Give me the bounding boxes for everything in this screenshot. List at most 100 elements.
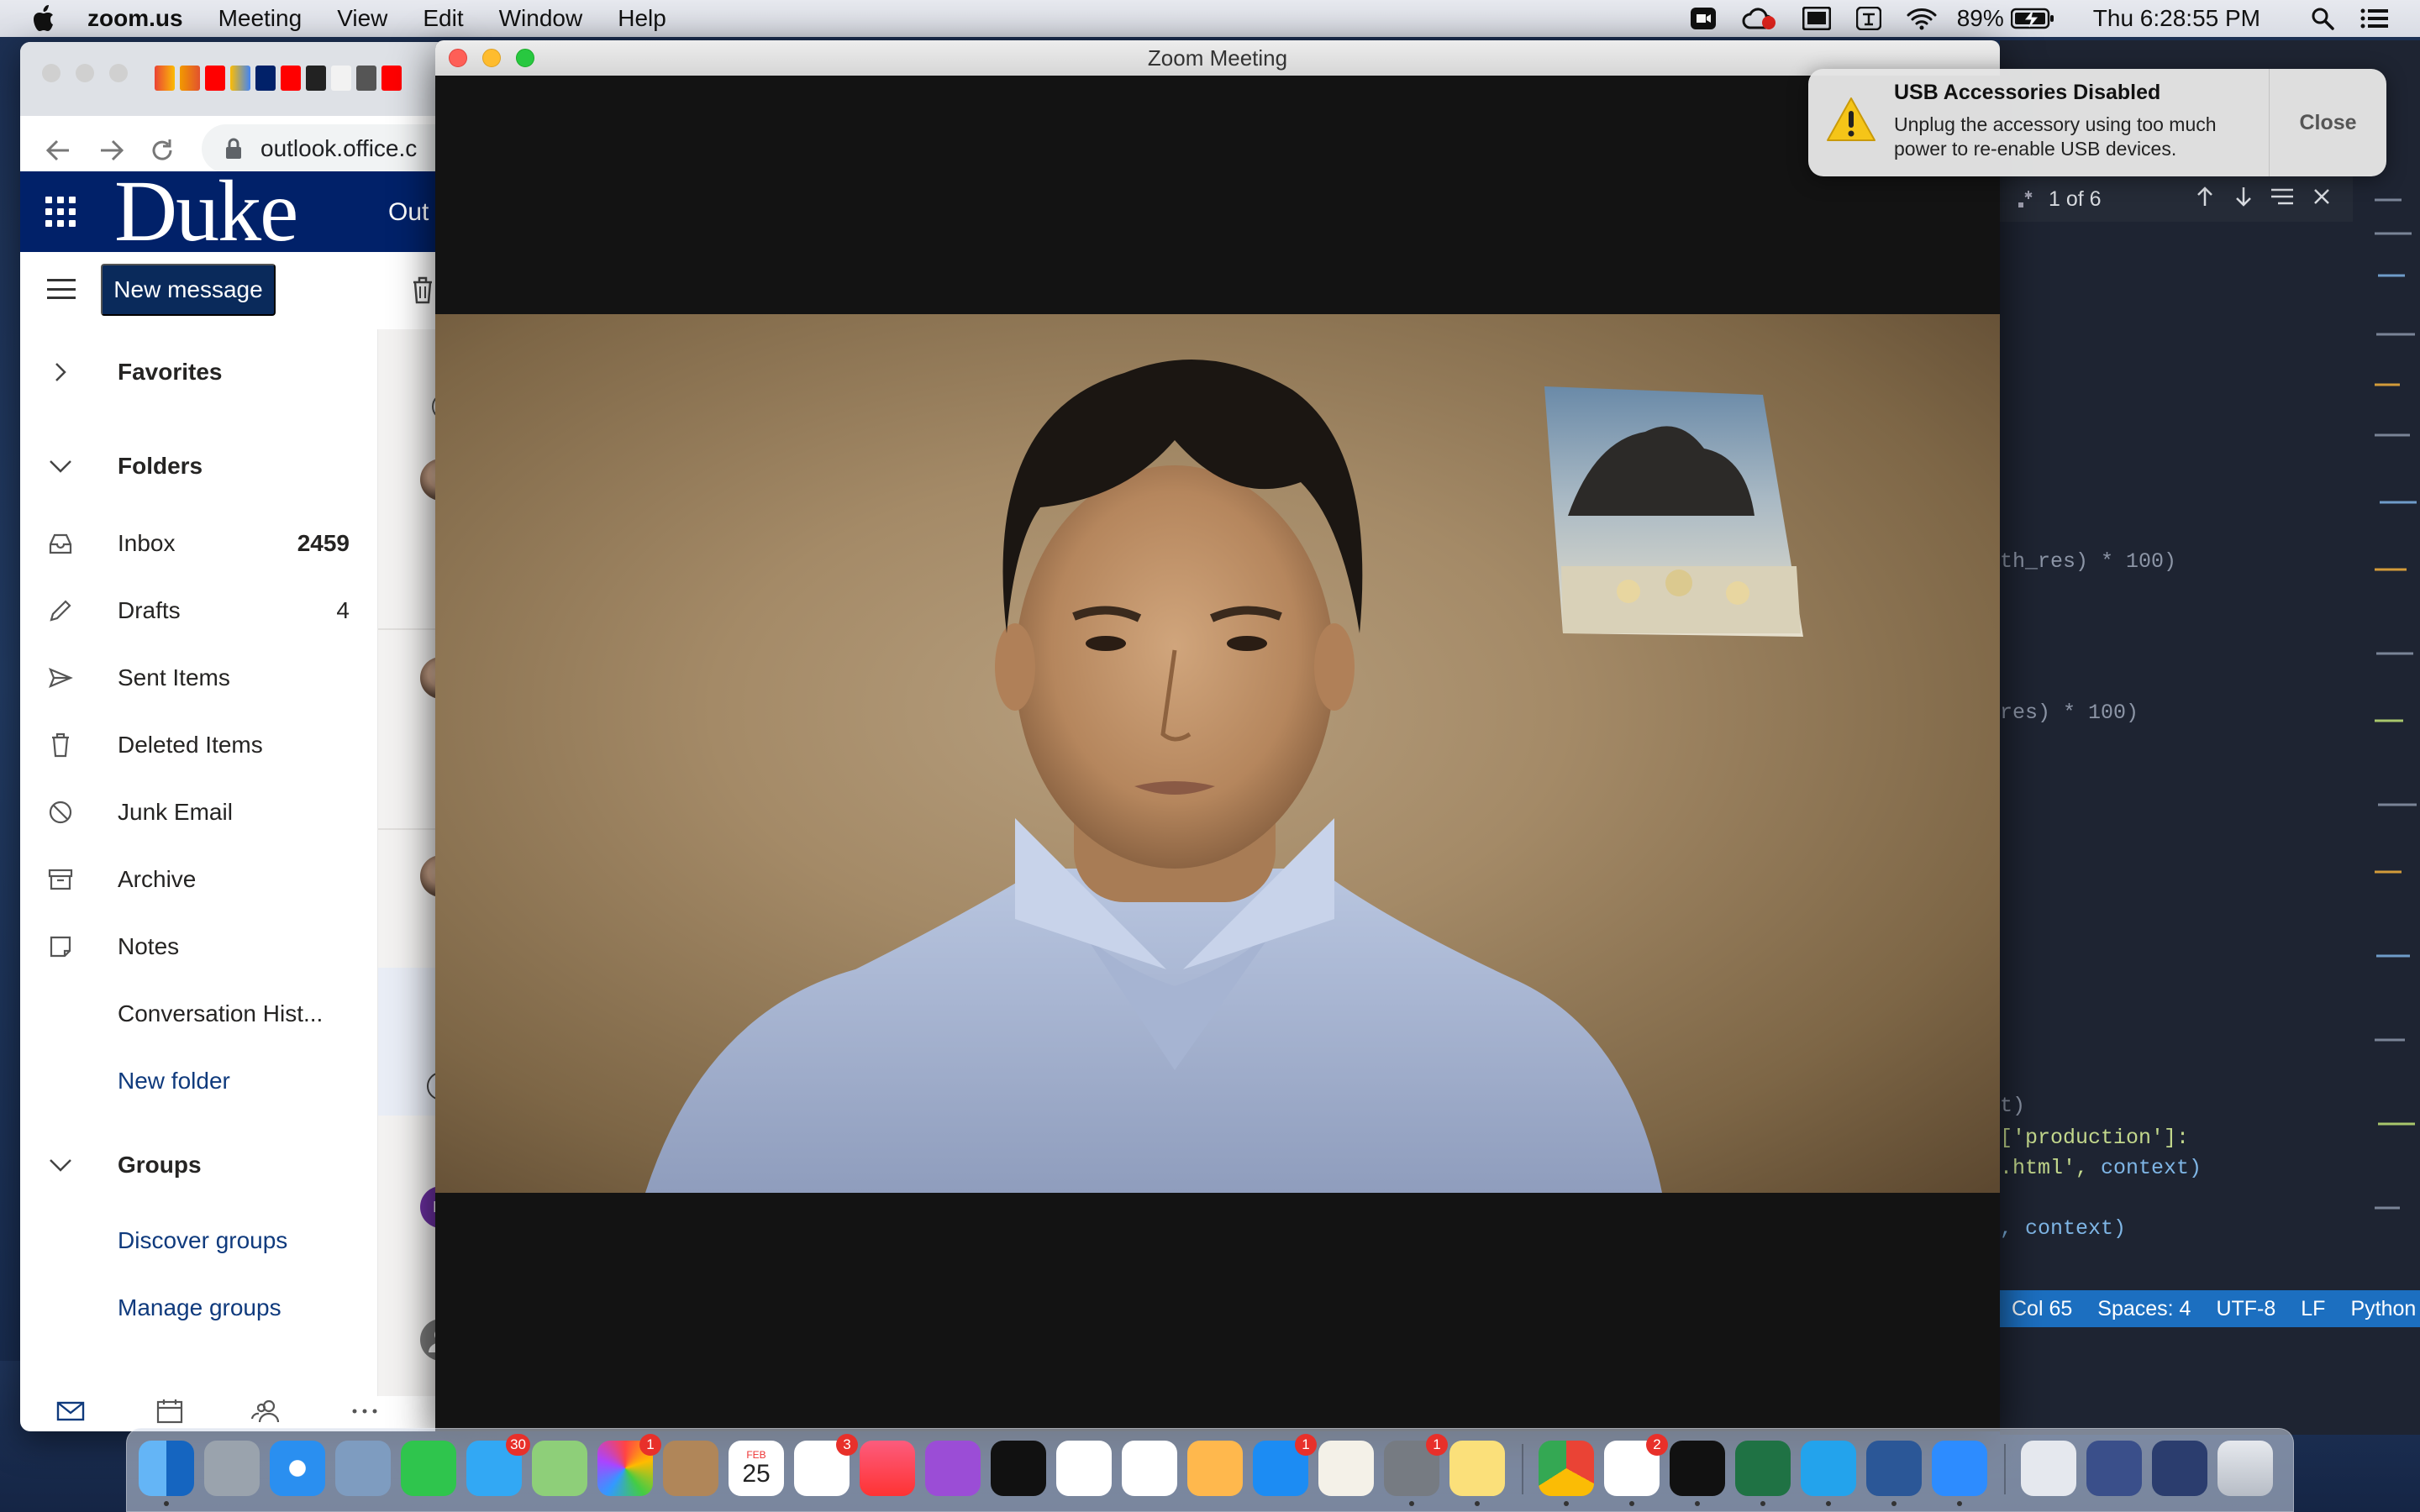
menu-meeting[interactable]: Meeting — [218, 5, 302, 32]
app-store-icon[interactable]: 1 — [1253, 1434, 1317, 1496]
system-preferences-icon[interactable]: 1 — [1384, 1434, 1448, 1506]
regex-toggle-icon[interactable] — [2013, 186, 2039, 212]
folder-drafts[interactable]: Drafts 4 — [20, 581, 378, 640]
tab-favicon-icon[interactable] — [180, 66, 200, 91]
minimize-button[interactable] — [482, 49, 501, 67]
folder-archive[interactable]: Archive — [20, 850, 378, 909]
slack-icon[interactable]: 2 — [1604, 1434, 1668, 1506]
folder-conversation-history[interactable]: Conversation Hist... — [20, 984, 378, 1043]
keynote-icon[interactable] — [1187, 1441, 1243, 1496]
maps-icon[interactable] — [532, 1441, 587, 1496]
groups-group[interactable]: Groups — [20, 1136, 378, 1194]
status-column[interactable]: Col 65 — [2012, 1297, 2072, 1321]
close-button[interactable] — [42, 64, 60, 82]
safari-icon[interactable] — [270, 1441, 325, 1496]
forward-arrow-icon[interactable] — [97, 136, 126, 165]
youtube-tab-icon[interactable] — [281, 66, 301, 91]
reload-icon[interactable] — [148, 136, 176, 165]
find-previous-icon[interactable] — [2195, 186, 2215, 213]
minimize-button[interactable] — [76, 64, 94, 82]
facetime-icon[interactable] — [401, 1441, 456, 1496]
calendar-icon[interactable] — [153, 1396, 187, 1426]
status-spaces[interactable]: Spaces: 4 — [2097, 1297, 2191, 1321]
folder-sent-items[interactable]: Sent Items — [20, 648, 378, 707]
music-icon[interactable] — [860, 1441, 915, 1496]
folder-deleted-items[interactable]: Deleted Items — [20, 716, 378, 774]
new-folder-link[interactable]: New folder — [20, 1052, 378, 1110]
folder-notes[interactable]: Notes — [20, 917, 378, 976]
apple-menu-icon[interactable] — [34, 5, 59, 32]
desktop-stack-icon[interactable] — [2152, 1441, 2207, 1496]
launchpad-icon[interactable] — [204, 1441, 260, 1496]
news-icon[interactable] — [1056, 1441, 1112, 1496]
preview-icon[interactable] — [335, 1441, 391, 1496]
zoom-app-icon[interactable] — [1932, 1441, 1987, 1506]
battery-charging-icon[interactable] — [2010, 8, 2054, 29]
notification-close-button[interactable]: Close — [2269, 69, 2386, 176]
chrome-icon[interactable] — [1539, 1441, 1594, 1506]
notes-app-icon[interactable] — [1449, 1441, 1505, 1506]
control-center-icon[interactable] — [2360, 7, 2390, 30]
menu-help[interactable]: Help — [618, 5, 666, 32]
find-next-icon[interactable] — [2233, 186, 2254, 213]
usb-notification[interactable]: USB Accessories Disabled Unplug the acce… — [1808, 69, 2386, 176]
duke-tab-icon[interactable] — [255, 66, 276, 91]
menu-edit[interactable]: Edit — [423, 5, 463, 32]
discover-groups-link[interactable]: Discover groups — [20, 1211, 378, 1270]
status-language[interactable]: Python — [2350, 1297, 2416, 1321]
back-arrow-icon[interactable] — [44, 136, 72, 165]
new-message-button[interactable]: New message — [101, 264, 276, 316]
messages-icon[interactable]: 30 — [466, 1434, 530, 1496]
zoom-button[interactable] — [109, 64, 128, 82]
close-button[interactable] — [449, 49, 467, 67]
folders-group[interactable]: Folders — [20, 437, 378, 496]
creative-cloud-icon[interactable] — [1742, 6, 1777, 31]
find-in-selection-icon[interactable] — [2270, 187, 2294, 212]
people-icon[interactable] — [249, 1396, 282, 1426]
word-icon[interactable] — [1866, 1441, 1922, 1506]
tab-favicon-icon[interactable] — [356, 66, 376, 91]
youtube-tab-icon[interactable] — [205, 66, 225, 91]
clock[interactable]: Thu 6:28:55 PM — [2093, 5, 2260, 32]
reminders-icon[interactable]: 3 — [794, 1434, 858, 1496]
tab-favicon-icon[interactable] — [155, 66, 175, 91]
fullscreen-button[interactable] — [516, 49, 534, 67]
photos-icon[interactable]: 1 — [597, 1434, 661, 1496]
terminal-icon[interactable] — [1670, 1441, 1725, 1506]
menu-view[interactable]: View — [337, 5, 387, 32]
delete-icon[interactable] — [410, 276, 435, 308]
pages-icon[interactable] — [1318, 1441, 1374, 1496]
zoom-title-bar[interactable]: Zoom Meeting — [435, 40, 2000, 76]
menu-app-name[interactable]: zoom.us — [87, 5, 183, 32]
screen-mirroring-icon[interactable] — [1802, 7, 1831, 30]
menu-window[interactable]: Window — [499, 5, 583, 32]
more-apps-icon[interactable] — [348, 1396, 381, 1426]
hamburger-menu-icon[interactable] — [47, 279, 76, 299]
duke-logo[interactable]: Duke — [114, 168, 298, 255]
folder-inbox[interactable]: Inbox 2459 — [20, 514, 378, 573]
trash-icon[interactable] — [2217, 1441, 2273, 1496]
favorites-group[interactable]: Favorites — [20, 343, 378, 402]
editor-minimap[interactable] — [2368, 183, 2420, 1275]
vscode-icon[interactable] — [1801, 1441, 1856, 1506]
input-source-icon[interactable] — [1855, 7, 1881, 30]
downloads-stack-icon[interactable] — [2021, 1441, 2076, 1496]
youtube-tab-icon[interactable] — [381, 66, 402, 91]
contacts-icon[interactable] — [663, 1441, 718, 1496]
status-eol[interactable]: LF — [2301, 1297, 2325, 1321]
tab-favicon-icon[interactable] — [230, 66, 250, 91]
numbers-icon[interactable] — [1122, 1441, 1177, 1496]
manage-groups-link[interactable]: Manage groups — [20, 1278, 378, 1337]
find-close-icon[interactable] — [2312, 187, 2331, 212]
podcasts-icon[interactable] — [925, 1441, 981, 1496]
excel-icon[interactable] — [1735, 1441, 1791, 1506]
screenshot-stack-icon[interactable] — [2086, 1441, 2142, 1496]
mail-icon[interactable] — [54, 1396, 87, 1426]
spotlight-search-icon[interactable] — [2311, 7, 2334, 30]
calendar-app-icon[interactable]: FEB 25 — [729, 1441, 784, 1496]
tab-favicon-icon[interactable] — [306, 66, 326, 91]
finder-icon[interactable] — [139, 1441, 194, 1506]
outlook-app-title[interactable]: Out — [388, 198, 429, 227]
wifi-icon[interactable] — [1907, 7, 1937, 30]
apple-tv-icon[interactable] — [991, 1441, 1046, 1496]
